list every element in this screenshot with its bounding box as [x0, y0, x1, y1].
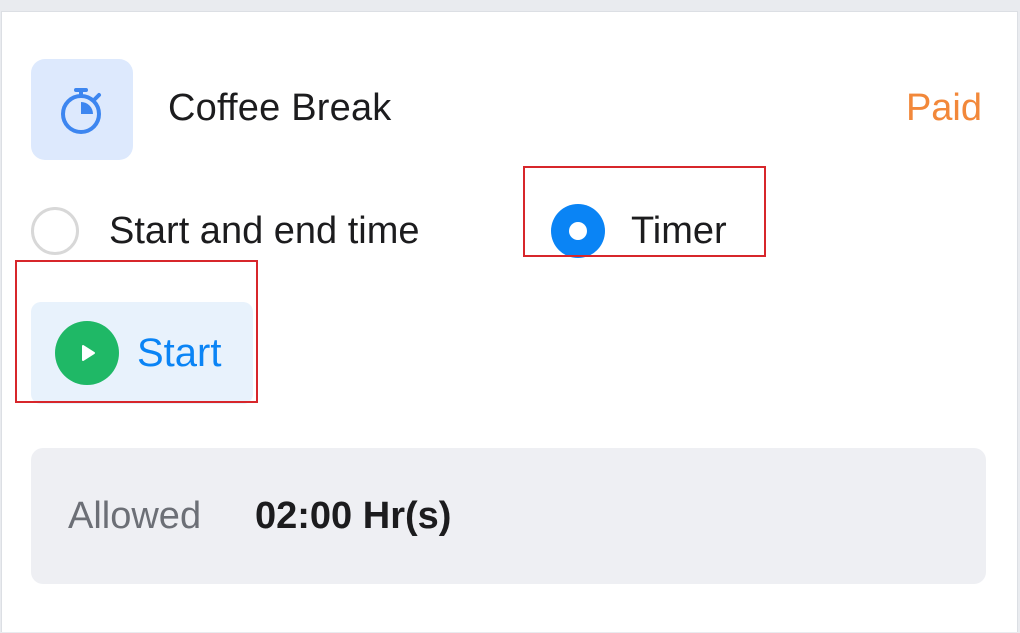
- radio-unselected-icon[interactable]: [31, 207, 79, 255]
- radio-start-end-label: Start and end time: [109, 210, 420, 252]
- radio-start-end-time[interactable]: Start and end time: [31, 205, 420, 257]
- radio-timer-label: Timer: [631, 210, 727, 252]
- play-icon: [55, 321, 119, 385]
- allowed-value: 02:00 Hr(s): [255, 495, 452, 537]
- start-button-label: Start: [137, 331, 222, 375]
- stopwatch-icon: [61, 87, 101, 134]
- break-title: Coffee Break: [168, 87, 392, 129]
- allowed-duration-panel: Allowed 02:00 Hr(s): [31, 448, 986, 584]
- break-icon-container: [31, 59, 133, 160]
- radio-timer[interactable]: Timer: [551, 204, 727, 258]
- start-timer-button[interactable]: Start: [31, 302, 253, 404]
- radio-dot: [569, 222, 587, 240]
- break-card: Coffee Break Paid Start and end time Tim…: [1, 11, 1018, 632]
- paid-badge: Paid: [905, 87, 982, 129]
- allowed-label: Allowed: [68, 495, 202, 537]
- radio-selected-icon[interactable]: [551, 204, 605, 258]
